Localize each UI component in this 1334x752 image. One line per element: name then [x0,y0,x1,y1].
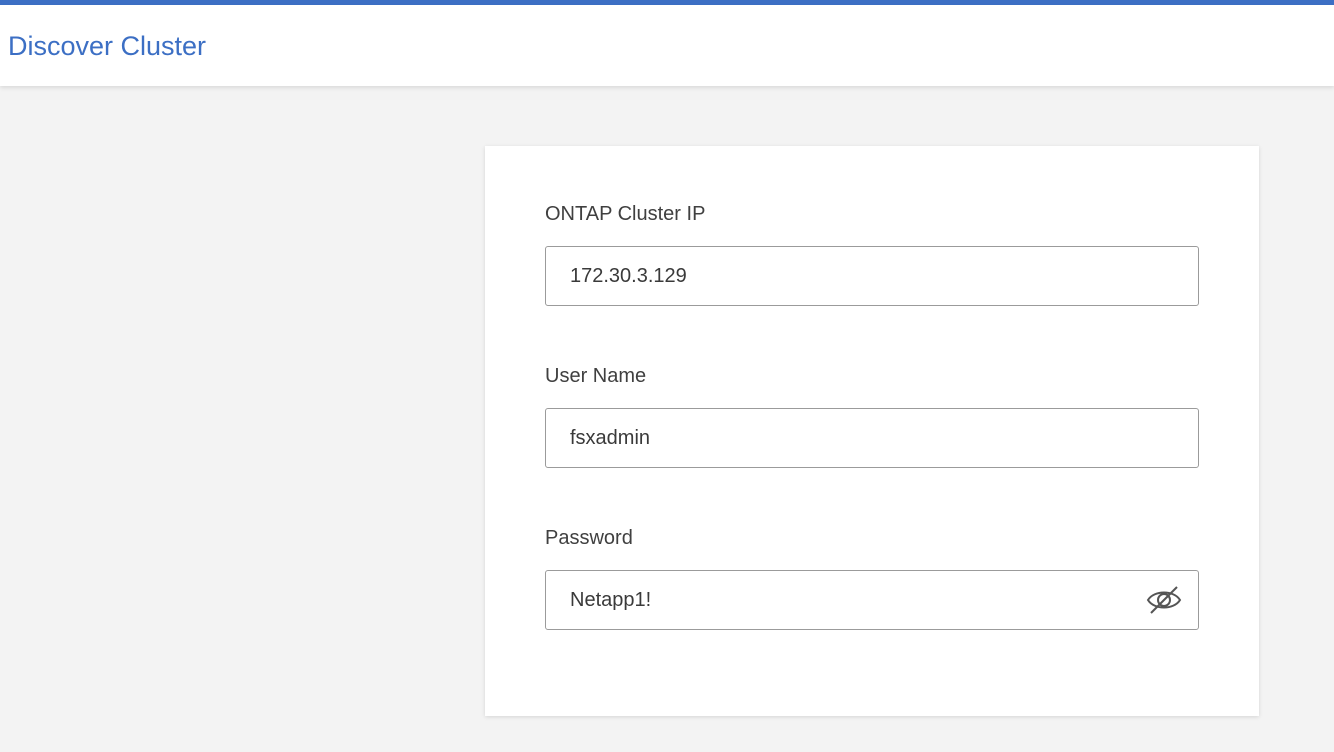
user-name-label: User Name [545,365,647,387]
page-header: Discover Cluster [0,5,1334,86]
cluster-ip-label: ONTAP Cluster IP [545,203,706,225]
user-name-input[interactable]: fsxadmin [545,408,1199,468]
page-title: Discover Cluster [8,31,207,61]
password-input[interactable]: Netapp1! [545,570,1199,630]
password-label: Password [545,527,633,549]
cluster-ip-field-group: ONTAP Cluster IP 172.30.3.129 [545,202,1199,306]
cluster-ip-input[interactable]: 172.30.3.129 [545,246,1199,306]
eye-off-icon[interactable] [1146,584,1182,616]
password-field-group: Password Netapp1! [545,526,1199,630]
cluster-ip-value: 172.30.3.129 [570,265,687,287]
password-value: Netapp1! [570,589,652,611]
discover-cluster-form: ONTAP Cluster IP 172.30.3.129 User Name … [485,146,1259,716]
user-name-value: fsxadmin [570,427,651,449]
user-name-field-group: User Name fsxadmin [545,364,1199,468]
